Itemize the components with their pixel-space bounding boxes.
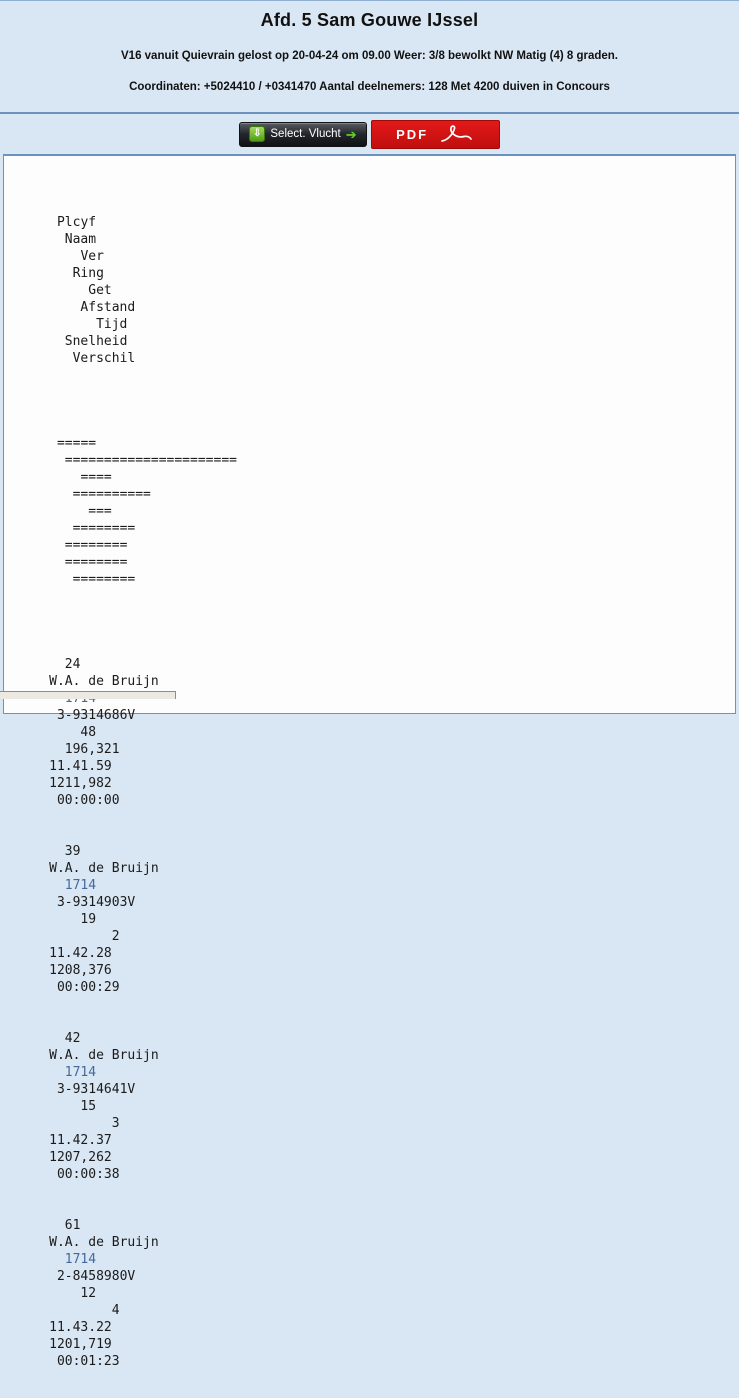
cell-snelheid: 1201,719 (49, 1337, 112, 1352)
page-header: Afd. 5 Sam Gouwe IJssel V16 vanuit Quiev… (0, 1, 739, 114)
status-bar-fragment (0, 691, 176, 699)
flight-info-line: V16 vanuit Quievrain gelost op 20-04-24 … (121, 50, 618, 62)
results-panel: Plcyf Naam Ver Ring Get Afstand Tijd Sne… (3, 154, 736, 1369)
cell-afstand: 2 (111, 929, 120, 944)
table-row: 24 W.A. de Bruijn 1714 3-9314686V 48 196… (10, 639, 735, 826)
toolbar: ⇩ Select. Vlucht ➔ PDF (0, 114, 739, 154)
green-right-arrow-icon: ➔ (345, 126, 357, 142)
table-header-row: Plcyf Naam Ver Ring Get Afstand Tijd Sne… (10, 197, 735, 384)
ver-link[interactable]: 1714 (65, 1251, 96, 1268)
cell-get: 12 (80, 1286, 97, 1301)
cell-plcyf: 42 (64, 1031, 81, 1046)
table-separator-row: ===== ====================== ==== ======… (10, 418, 735, 605)
table-row: 62 W.A. de Bruijn 1714 3-9314806V 44 5 1… (10, 1387, 735, 1398)
cell-snelheid: 1207,262 (49, 1150, 112, 1165)
separator: ======== (72, 572, 136, 587)
separator: ========== (72, 487, 151, 502)
separator: ======== (72, 521, 136, 536)
col-header-naam: Naam (64, 232, 97, 247)
col-header-get: Get (88, 283, 112, 298)
cell-ring: 3-9314686V (56, 708, 136, 723)
cell-plcyf: 61 (64, 1218, 81, 1233)
cell-tijd: 11.41.59 (49, 759, 112, 774)
col-header-afstand: Afstand (80, 300, 136, 315)
cell-tijd: 11.42.37 (49, 1133, 112, 1148)
select-flight-button-label: Select. Vlucht (270, 128, 341, 140)
cell-snelheid: 1211,982 (49, 776, 112, 791)
page-title: Afd. 5 Sam Gouwe IJssel (260, 10, 479, 30)
cell-afstand: 196,321 (64, 742, 120, 757)
cell-plcyf: 24 (64, 657, 81, 672)
cell-naam: W.A. de Bruijn (49, 1048, 159, 1063)
table-row: 61 W.A. de Bruijn 1714 2-8458980V 12 4 1… (10, 1200, 735, 1387)
cell-get: 48 (80, 725, 97, 740)
cell-tijd: 11.43.22 (49, 1320, 112, 1335)
cell-naam: W.A. de Bruijn (49, 1235, 159, 1250)
select-flight-button[interactable]: ⇩ Select. Vlucht ➔ (239, 121, 367, 147)
pdf-button[interactable]: PDF (370, 119, 500, 149)
cell-get: 19 (80, 912, 97, 927)
cell-verschil: 00:00:29 (56, 980, 120, 995)
ver-link[interactable]: 1714 (65, 1064, 96, 1081)
separator: ======== (64, 555, 128, 570)
cell-get: 15 (80, 1099, 97, 1114)
coordinates-line: Coordinaten: +5024410 / +0341470 Aantal … (129, 81, 610, 93)
separator: ===== (56, 436, 97, 451)
cell-afstand: 3 (111, 1116, 120, 1131)
cell-verschil: 00:00:38 (56, 1167, 120, 1182)
adobe-reader-swirl-icon (440, 124, 474, 144)
download-icon: ⇩ (249, 126, 266, 142)
cell-plcyf: 39 (64, 844, 81, 859)
separator: === (88, 504, 112, 519)
col-header-verschil: Verschil (72, 351, 136, 366)
cell-snelheid: 1208,376 (49, 963, 112, 978)
results-page: { "header": { "title": "Afd. 5 Sam Gouwe… (0, 0, 739, 1369)
cell-ring: 3-9314903V (56, 895, 136, 910)
separator: ======== (64, 538, 128, 553)
pdf-button-label: PDF (396, 126, 429, 142)
cell-ring: 3-9314641V (56, 1082, 136, 1097)
cell-naam: W.A. de Bruijn (49, 674, 159, 689)
table-row: 39 W.A. de Bruijn 1714 3-9314903V 19 2 1… (10, 826, 735, 1013)
col-header-snelheid: Snelheid (64, 334, 128, 349)
separator: ====================== (64, 453, 237, 468)
cell-ring: 2-8458980V (56, 1269, 136, 1284)
col-header-ring: Ring (72, 266, 104, 281)
separator: ==== (80, 470, 112, 485)
cell-verschil: 00:01:23 (56, 1354, 120, 1369)
col-header-tijd: Tijd (96, 317, 128, 332)
cell-verschil: 00:00:00 (56, 793, 120, 808)
col-header-ver: Ver (80, 249, 104, 264)
cell-naam: W.A. de Bruijn (49, 861, 159, 876)
cell-tijd: 11.42.28 (49, 946, 112, 961)
table-row: 42 W.A. de Bruijn 1714 3-9314641V 15 3 1… (10, 1013, 735, 1200)
cell-afstand: 4 (111, 1303, 120, 1318)
table-body: 24 W.A. de Bruijn 1714 3-9314686V 48 196… (10, 639, 735, 1398)
ver-link[interactable]: 1714 (65, 877, 96, 894)
col-header-plcyf: Plcyf (56, 215, 97, 230)
